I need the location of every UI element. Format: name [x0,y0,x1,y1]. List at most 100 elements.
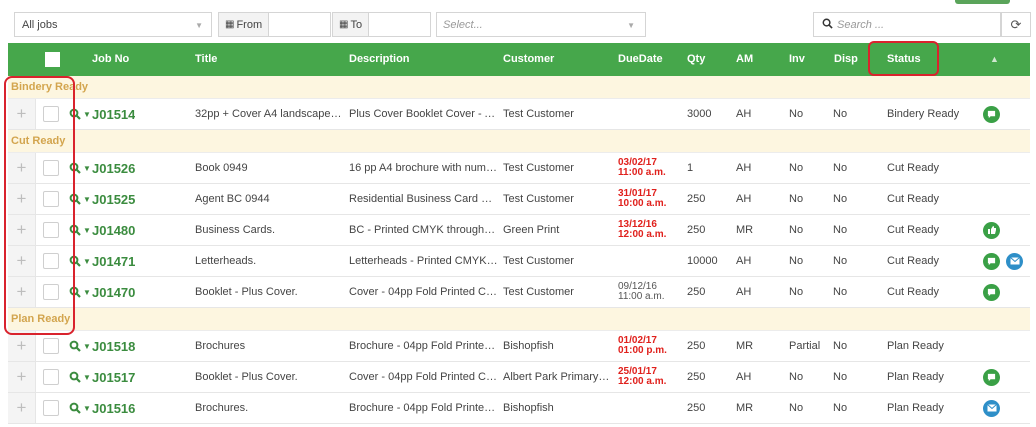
job-title: Brochures. [195,402,249,414]
chevron-down-icon: ▼ [83,109,91,119]
table-row[interactable]: + ▼ J01526 Book 0949 16 pp A4 brochure w… [8,153,1030,184]
job-number-link[interactable]: J01525 [92,184,135,214]
calendar-icon: ▦ [339,19,349,30]
header-job-no[interactable]: Job No [92,43,129,76]
row-checkbox-cell [43,246,59,276]
expand-row-button[interactable]: + [8,331,36,361]
chat-icon[interactable] [983,252,1000,270]
expand-row-button[interactable]: + [8,277,36,307]
job-disp: No [833,162,848,174]
chevron-down-icon: ▼ [83,341,91,351]
table-row[interactable]: + ▼ J01525 Agent BC 0944 Residential Bus… [8,184,1030,215]
header-qty[interactable]: Qty [687,43,705,76]
chevron-down-icon: ▼ [83,163,91,173]
expand-row-button[interactable]: + [8,153,36,183]
status-select[interactable]: Select... ▼ [436,12,646,37]
job-due-date: 09/12/16 11:00 a.m. [618,281,665,302]
row-checkbox[interactable] [43,160,59,176]
chat-icon[interactable] [983,368,1000,386]
to-date-field[interactable]: ▦ To [332,12,431,37]
row-actions-dropdown[interactable]: ▼ [69,184,91,214]
job-disp: No [833,224,848,236]
chat-icon[interactable] [983,105,1000,123]
row-actions-dropdown[interactable]: ▼ [69,215,91,245]
table-row[interactable]: + ▼ J01471 Letterheads. Letterheads - Pr… [8,246,1030,277]
table-row[interactable]: + ▼ J01514 32pp + Cover A4 landscape bo.… [8,99,1030,130]
job-number-link[interactable]: J01526 [92,153,135,183]
job-description: Brochure - 04pp Fold Printed C... [349,340,499,352]
search-icon [69,162,81,174]
job-disp: No [833,193,848,205]
table-row[interactable]: + ▼ J01516 Brochures. Brochure - 04pp Fo… [8,393,1030,424]
job-inv: Partial [789,340,821,352]
job-number-link[interactable]: J01470 [92,277,135,307]
expand-row-button[interactable]: + [8,246,36,276]
table-row[interactable]: + ▼ J01518 Brochures Brochure - 04pp Fol… [8,331,1030,362]
job-qty: 1 [687,162,694,174]
job-number-link[interactable]: J01471 [92,246,135,276]
row-actions-dropdown[interactable]: ▼ [69,153,91,183]
collapse-icon[interactable]: ▲ [990,43,999,76]
jobs-filter-select[interactable]: All jobs ▼ [14,12,212,37]
header-am[interactable]: AM [736,43,753,76]
job-number-link[interactable]: J01480 [92,215,135,245]
row-actions-dropdown[interactable]: ▼ [69,246,91,276]
expand-row-button[interactable]: + [8,215,36,245]
expand-row-button[interactable]: + [8,393,36,423]
header-disp[interactable]: Disp [834,43,858,76]
header-title[interactable]: Title [195,43,217,76]
job-due-date: 03/02/17 11:00 a.m. [618,157,666,178]
row-checkbox[interactable] [43,222,59,238]
job-am: AH [736,286,752,298]
job-title: Brochures [195,340,246,352]
mail-icon[interactable] [983,399,1000,417]
table-row[interactable]: + ▼ J01480 Business Cards. BC - Printed … [8,215,1030,246]
search-input[interactable]: Search ... [813,12,1001,37]
job-inv: No [789,286,804,298]
row-actions-dropdown[interactable]: ▼ [69,331,91,361]
row-checkbox[interactable] [43,338,59,354]
job-inv: No [789,193,804,205]
job-description: Residential Business Card with... [349,193,499,205]
header-due-date[interactable]: DueDate [618,43,663,76]
job-number-link[interactable]: J01517 [92,362,135,392]
row-checkbox[interactable] [43,191,59,207]
job-status: Bindery Ready [887,108,960,120]
job-disp: No [833,108,848,120]
row-checkbox[interactable] [43,253,59,269]
row-actions-dropdown[interactable]: ▼ [69,362,91,392]
header-description[interactable]: Description [349,43,410,76]
job-number-link[interactable]: J01516 [92,393,135,423]
row-checkbox[interactable] [43,369,59,385]
header-customer[interactable]: Customer [503,43,554,76]
row-actions-dropdown[interactable]: ▼ [69,393,91,423]
row-actions-dropdown[interactable]: ▼ [69,277,91,307]
job-title: Booklet - Plus Cover. [195,286,298,298]
job-am: MR [736,402,754,414]
row-icons [983,277,1000,307]
job-customer: Test Customer [503,162,574,174]
expand-row-button[interactable]: + [8,99,36,129]
job-due-date [618,246,690,276]
table-row[interactable]: + ▼ J01517 Booklet - Plus Cover. Cover -… [8,362,1030,393]
row-actions-dropdown[interactable]: ▼ [69,99,91,129]
thumbs-up-icon[interactable] [983,221,1000,239]
refresh-button[interactable]: ⟳ [1001,12,1031,37]
row-checkbox[interactable] [43,284,59,300]
chat-icon[interactable] [983,283,1000,301]
row-checkbox[interactable] [43,106,59,122]
table-row[interactable]: + ▼ J01470 Booklet - Plus Cover. Cover -… [8,277,1030,308]
mail-icon[interactable] [1006,252,1023,270]
job-number-link[interactable]: J01514 [92,99,135,129]
expand-row-button[interactable]: + [8,184,36,214]
job-inv: No [789,162,804,174]
job-number-link[interactable]: J01518 [92,331,135,361]
job-due-date [618,99,690,129]
from-date-field[interactable]: ▦ From [218,12,331,37]
select-all-checkbox[interactable] [45,52,60,67]
job-description: Cover - 04pp Fold Printed CMY... [349,286,499,298]
row-checkbox[interactable] [43,400,59,416]
expand-row-button[interactable]: + [8,362,36,392]
header-inv[interactable]: Inv [789,43,805,76]
job-qty: 3000 [687,108,712,120]
